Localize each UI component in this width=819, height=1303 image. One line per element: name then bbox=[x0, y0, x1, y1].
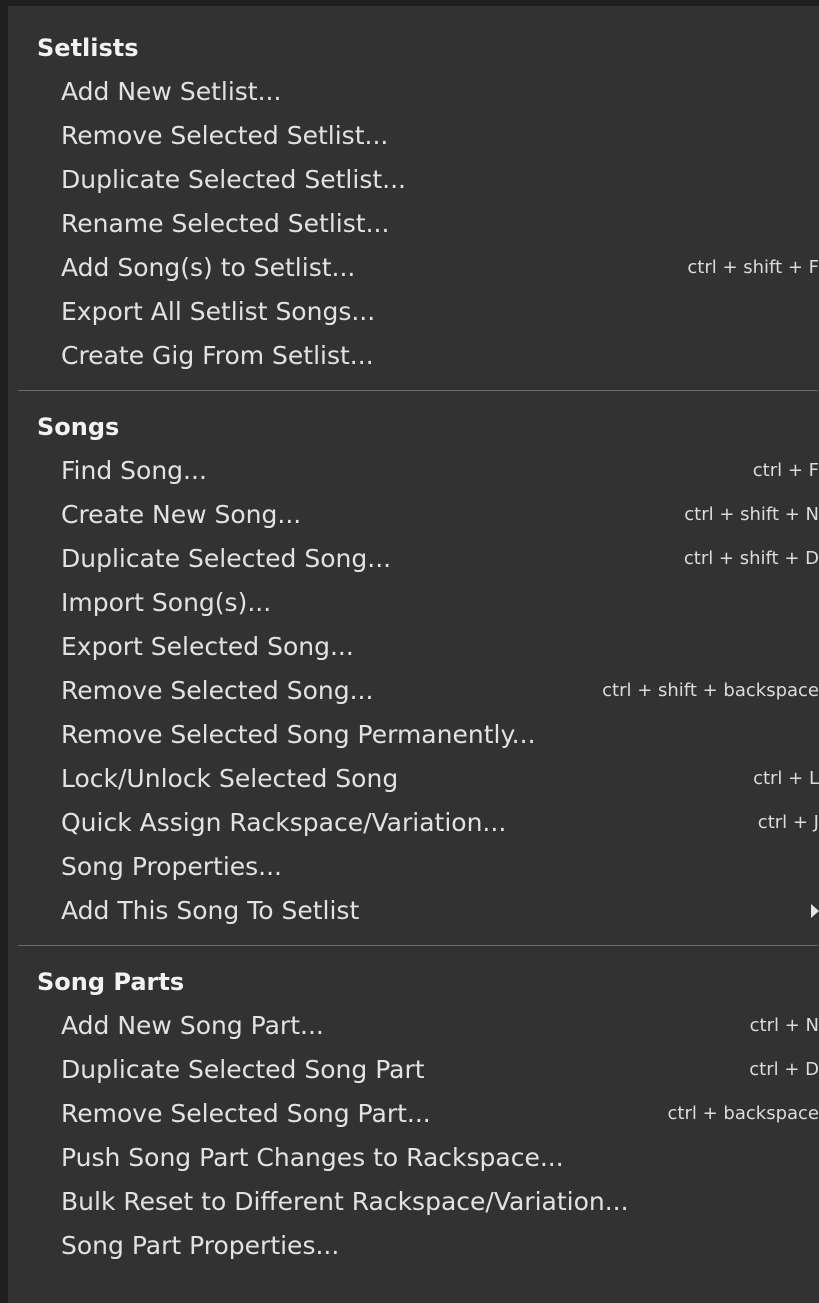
menu-item-export-selected-song[interactable]: Export Selected Song... bbox=[8, 625, 819, 669]
keyboard-shortcut: ctrl + shift + F bbox=[687, 257, 819, 278]
section-header: Song Parts bbox=[37, 968, 185, 996]
keyboard-shortcut: ctrl + shift + backspace bbox=[602, 680, 819, 701]
menu-item-label: Push Song Part Changes to Rackspace... bbox=[61, 1143, 564, 1172]
menu-item-label: Export Selected Song... bbox=[61, 632, 354, 661]
menu-item-song-part-properties[interactable]: Song Part Properties... bbox=[8, 1224, 819, 1268]
menu-item-label: Add Song(s) to Setlist... bbox=[61, 253, 356, 282]
menu-item-remove-selected-song[interactable]: Remove Selected Song... ctrl + shift + b… bbox=[8, 669, 819, 713]
menu-item-label: Song Properties... bbox=[61, 852, 283, 881]
menu-item-add-this-song-to-setlist[interactable]: Add This Song To Setlist bbox=[8, 889, 819, 933]
menu-item-label: Add This Song To Setlist bbox=[61, 896, 360, 925]
menu-item-label: Find Song... bbox=[61, 456, 207, 485]
menu-item-quick-assign-rackspace-variation[interactable]: Quick Assign Rackspace/Variation... ctrl… bbox=[8, 801, 819, 845]
menu-section-song-parts: Song Parts Add New Song Part... ctrl + N… bbox=[8, 960, 819, 1268]
menu-section-setlists: Setlists Add New Setlist... Remove Selec… bbox=[8, 26, 819, 391]
menu-item-label: Remove Selected Song Permanently... bbox=[61, 720, 536, 749]
menu-item-find-song[interactable]: Find Song... ctrl + F bbox=[8, 449, 819, 493]
keyboard-shortcut: ctrl + D bbox=[749, 1059, 819, 1080]
menu-item-label: Import Song(s)... bbox=[61, 588, 272, 617]
section-header: Songs bbox=[37, 413, 120, 441]
menu-item-label: Duplicate Selected Setlist... bbox=[61, 165, 406, 194]
menu-item-label: Remove Selected Song... bbox=[61, 676, 374, 705]
keyboard-shortcut: ctrl + F bbox=[752, 460, 819, 481]
menu-item-label: Duplicate Selected Song... bbox=[61, 544, 392, 573]
menu-item-label: Bulk Reset to Different Rackspace/Variat… bbox=[61, 1187, 629, 1216]
menu-item-push-song-part-changes[interactable]: Push Song Part Changes to Rackspace... bbox=[8, 1136, 819, 1180]
menu-item-label: Remove Selected Song Part... bbox=[61, 1099, 431, 1128]
section-header: Setlists bbox=[37, 34, 139, 62]
keyboard-shortcut: ctrl + L bbox=[753, 768, 819, 789]
submenu-arrow-icon bbox=[811, 904, 819, 918]
menu-item-duplicate-selected-song[interactable]: Duplicate Selected Song... ctrl + shift … bbox=[8, 537, 819, 581]
menu-item-label: Create New Song... bbox=[61, 500, 302, 529]
menu-item-add-new-setlist[interactable]: Add New Setlist... bbox=[8, 70, 819, 114]
menu-item-label: Song Part Properties... bbox=[61, 1231, 340, 1260]
menu-item-export-all-setlist-songs[interactable]: Export All Setlist Songs... bbox=[8, 290, 819, 334]
context-menu: Setlists Add New Setlist... Remove Selec… bbox=[0, 0, 819, 1303]
menu-divider bbox=[18, 390, 818, 391]
keyboard-shortcut: ctrl + backspace bbox=[667, 1103, 819, 1124]
menu-item-add-new-song-part[interactable]: Add New Song Part... ctrl + N bbox=[8, 1004, 819, 1048]
menu-item-label: Add New Song Part... bbox=[61, 1011, 324, 1040]
menu-item-remove-selected-setlist[interactable]: Remove Selected Setlist... bbox=[8, 114, 819, 158]
menu-item-label: Export All Setlist Songs... bbox=[61, 297, 376, 326]
menu-item-label: Rename Selected Setlist... bbox=[61, 209, 390, 238]
menu-item-label: Lock/Unlock Selected Song bbox=[61, 764, 399, 793]
menu-item-duplicate-selected-setlist[interactable]: Duplicate Selected Setlist... bbox=[8, 158, 819, 202]
menu-item-import-songs[interactable]: Import Song(s)... bbox=[8, 581, 819, 625]
menu-item-bulk-reset-rackspace-variation[interactable]: Bulk Reset to Different Rackspace/Variat… bbox=[8, 1180, 819, 1224]
menu-item-lock-unlock-selected-song[interactable]: Lock/Unlock Selected Song ctrl + L bbox=[8, 757, 819, 801]
menu-item-label: Duplicate Selected Song Part bbox=[61, 1055, 425, 1084]
keyboard-shortcut: ctrl + N bbox=[749, 1015, 819, 1036]
menu-item-create-gig-from-setlist[interactable]: Create Gig From Setlist... bbox=[8, 334, 819, 378]
keyboard-shortcut: ctrl + shift + N bbox=[684, 504, 819, 525]
menu-item-label: Add New Setlist... bbox=[61, 77, 282, 106]
menu-item-duplicate-selected-song-part[interactable]: Duplicate Selected Song Part ctrl + D bbox=[8, 1048, 819, 1092]
menu-item-add-songs-to-setlist[interactable]: Add Song(s) to Setlist... ctrl + shift +… bbox=[8, 246, 819, 290]
menu-item-song-properties[interactable]: Song Properties... bbox=[8, 845, 819, 889]
menu-item-create-new-song[interactable]: Create New Song... ctrl + shift + N bbox=[8, 493, 819, 537]
menu-section-songs: Songs Find Song... ctrl + F Create New S… bbox=[8, 405, 819, 946]
menu-item-label: Remove Selected Setlist... bbox=[61, 121, 389, 150]
keyboard-shortcut: ctrl + J bbox=[757, 812, 819, 833]
menu-item-remove-selected-song-permanently[interactable]: Remove Selected Song Permanently... bbox=[8, 713, 819, 757]
keyboard-shortcut: ctrl + shift + D bbox=[683, 548, 819, 569]
menu-item-remove-selected-song-part[interactable]: Remove Selected Song Part... ctrl + back… bbox=[8, 1092, 819, 1136]
menu-divider bbox=[18, 945, 818, 946]
menu-item-label: Create Gig From Setlist... bbox=[61, 341, 374, 370]
menu-item-label: Quick Assign Rackspace/Variation... bbox=[61, 808, 507, 837]
menu-item-rename-selected-setlist[interactable]: Rename Selected Setlist... bbox=[8, 202, 819, 246]
